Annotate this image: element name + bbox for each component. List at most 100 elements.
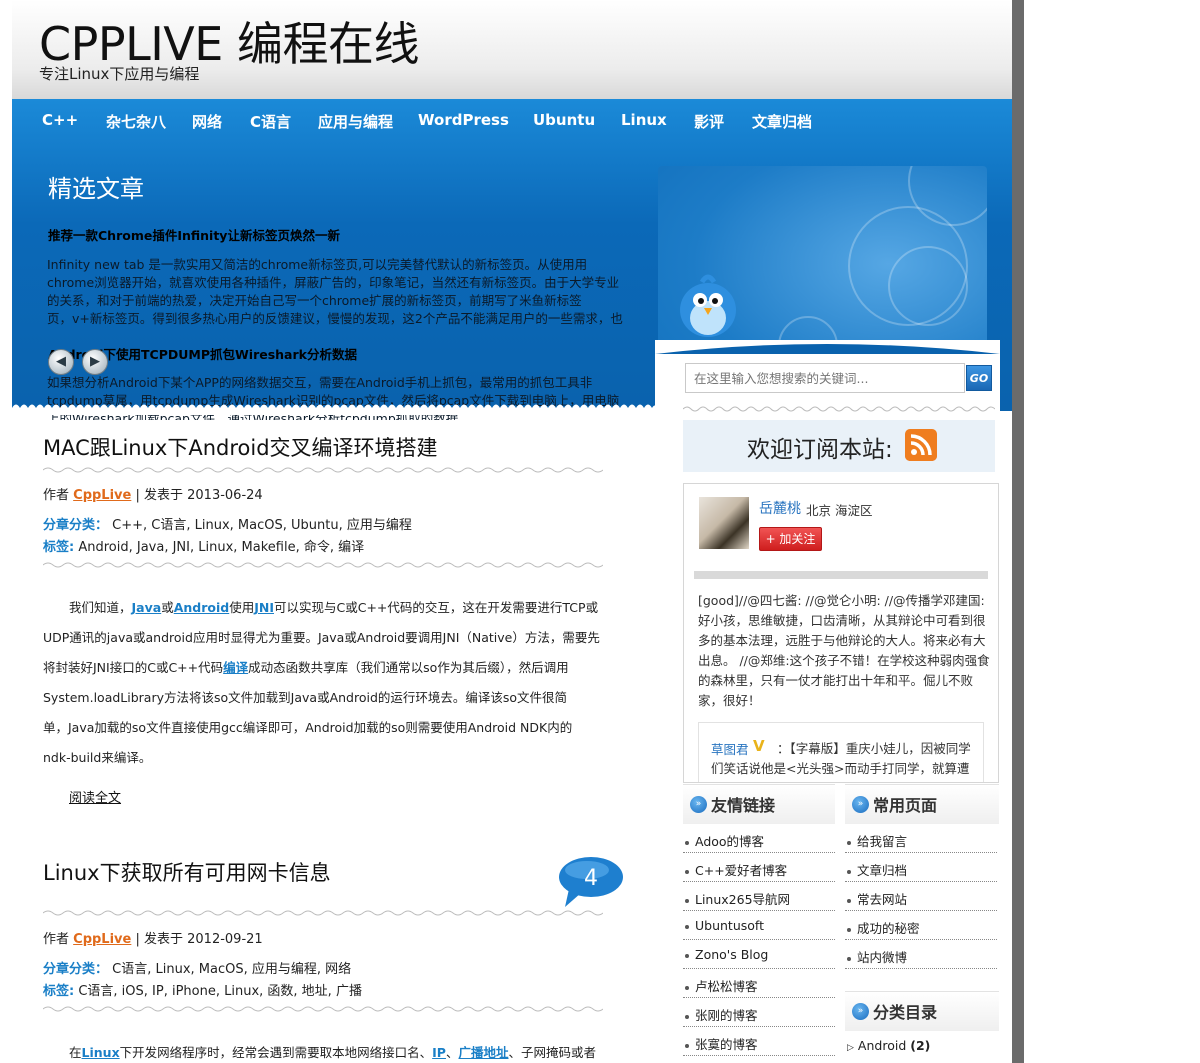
friend-link[interactable]: Linux265导航网 bbox=[685, 889, 790, 908]
keyword-link[interactable]: Linux bbox=[82, 1045, 120, 1060]
link-text: 卢松松博客 bbox=[695, 979, 758, 994]
link-text: 张刚的博客 bbox=[695, 1008, 758, 1023]
post-meta: 作者 CppLive | 发表于 2012-09-21 bbox=[43, 928, 263, 947]
link-text: 成功的秘密 bbox=[857, 921, 920, 936]
friend-link[interactable]: Zono's Blog bbox=[685, 947, 768, 962]
link-text: Zono's Blog bbox=[695, 947, 769, 962]
keyword-link[interactable]: Android bbox=[174, 600, 230, 615]
left-arrow-icon: ◀ bbox=[56, 354, 66, 369]
author-link[interactable]: CppLive bbox=[73, 488, 131, 503]
nav-item-c[interactable]: C语言 bbox=[250, 111, 291, 132]
tag-links[interactable]: C语言, iOS, IP, iPhone, Linux, 函数, 地址, 广播 bbox=[78, 984, 362, 999]
double-arrow-icon: » bbox=[852, 796, 869, 813]
keyword-link[interactable]: 广播地址 bbox=[458, 1045, 508, 1060]
post-date: 2013-06-24 bbox=[187, 488, 263, 503]
follow-button[interactable]: + 加关注 bbox=[759, 527, 822, 551]
tag-links[interactable]: Android, Java, JNI, Linux, Makefile, 命令,… bbox=[78, 540, 364, 555]
friend-link[interactable]: 张寞的博客 bbox=[685, 1034, 758, 1053]
post-list: MAC跟Linux下Android交叉编译环境搭建 作者 CppLive | 发… bbox=[12, 411, 657, 1063]
keyword-link[interactable]: IP bbox=[432, 1045, 446, 1060]
page-link[interactable]: 常去网站 bbox=[847, 889, 907, 908]
nav-item-apps[interactable]: 应用与编程 bbox=[318, 111, 393, 132]
page-link[interactable]: 站内微博 bbox=[847, 947, 907, 966]
post-title[interactable]: MAC跟Linux下Android交叉编译环境搭建 bbox=[43, 432, 438, 462]
keyword-link[interactable]: Java bbox=[132, 600, 162, 615]
keyword-link[interactable]: 编译 bbox=[223, 660, 248, 675]
category-links[interactable]: C++, C语言, Linux, MacOS, Ubuntu, 应用与编程 bbox=[112, 518, 412, 533]
category-label: 分章分类： bbox=[43, 962, 109, 977]
rss-icon[interactable] bbox=[905, 429, 937, 461]
sidebar-top-edge bbox=[655, 344, 1000, 354]
date-label: | 发表于 bbox=[135, 932, 183, 947]
tags-label: 标签: bbox=[43, 984, 75, 999]
text: 、子网掩码或者 bbox=[508, 1045, 597, 1060]
text: 可以实现与C或C++代码的交互，这在开发需要进行TCP或 bbox=[274, 600, 599, 615]
date-label: | 发表于 bbox=[135, 488, 183, 503]
friend-link[interactable]: Adoo的博客 bbox=[685, 831, 764, 850]
divider bbox=[683, 852, 835, 853]
nav-item-movie[interactable]: 影评 bbox=[694, 111, 724, 132]
text: 成动态函数共享库（我们通常以so作为其后缀），然后调用 bbox=[248, 660, 569, 675]
text: 下开发网络程序时，经常会遇到需要取本地网络接口名、 bbox=[119, 1045, 433, 1060]
post-categories: 分章分类： C++, C语言, Linux, MacOS, Ubuntu, 应用… bbox=[43, 514, 412, 533]
link-text: 常去网站 bbox=[857, 892, 908, 907]
divider bbox=[845, 852, 997, 853]
post-title[interactable]: Linux下获取所有可用网卡信息 bbox=[43, 857, 331, 887]
post-body-line: System.loadLibrary方法将该so文件加载到Java或Androi… bbox=[43, 690, 568, 705]
excerpt-line: 页，v+新标签页。得到很多热心用户的反馈建议，慢慢的发现，这2个产品不能满足用户… bbox=[47, 311, 623, 326]
nav-item-misc[interactable]: 杂七杂八 bbox=[106, 111, 166, 132]
divider bbox=[683, 881, 835, 882]
nav-item-linux[interactable]: Linux bbox=[621, 111, 667, 129]
weibo-quote-author[interactable]: 草图君 bbox=[711, 739, 749, 758]
friend-link[interactable]: 张刚的博客 bbox=[685, 1005, 758, 1024]
author-link[interactable]: CppLive bbox=[73, 932, 131, 947]
site-header: CPPLIVE 编程在线 专注Linux下应用与编程 bbox=[12, 0, 1012, 99]
nav-item-ubuntu[interactable]: Ubuntu bbox=[533, 111, 595, 129]
page-link[interactable]: 给我留言 bbox=[847, 831, 907, 850]
excerpt-line: chrome浏览器开始，就喜欢使用各种插件，屏蔽广告的，印象笔记，当然还有新标签… bbox=[47, 275, 620, 290]
category-links[interactable]: C语言, Linux, MacOS, 应用与编程, 网络 bbox=[112, 962, 351, 977]
avatar[interactable] bbox=[699, 497, 749, 549]
keyword-link[interactable]: JNI bbox=[254, 600, 274, 615]
nav-item-network[interactable]: 网络 bbox=[192, 111, 222, 132]
nav-item-cpp[interactable]: C++ bbox=[42, 111, 78, 129]
nav-item-wordpress[interactable]: WordPress bbox=[418, 111, 509, 129]
slider-prev-button[interactable]: ◀ bbox=[48, 349, 74, 375]
divider bbox=[845, 968, 997, 969]
post-body-line: 我们知道，Java或Android使用JNI可以实现与C或C++代码的交互，这在… bbox=[69, 597, 598, 616]
pages-widget-header: » 常用页面 bbox=[845, 784, 999, 824]
widget-title: 常用页面 bbox=[873, 796, 938, 815]
comment-count-bubble[interactable]: 4 bbox=[557, 855, 625, 909]
author-label: 作者 bbox=[43, 932, 70, 947]
weibo-user-name[interactable]: 岳麓桃 bbox=[759, 498, 801, 518]
subscribe-banner[interactable]: 欢迎订阅本站: bbox=[683, 420, 995, 472]
divider bbox=[683, 910, 835, 911]
text: 将封装好JNI接口的C或C++代码 bbox=[43, 660, 224, 675]
friend-link[interactable]: 卢松松博客 bbox=[685, 976, 758, 995]
category-count: (2) bbox=[910, 1038, 931, 1053]
link-text: 文章归档 bbox=[857, 863, 908, 878]
divider bbox=[683, 1026, 835, 1027]
featured-item-title[interactable]: 推荐一款Chrome插件Infinity让新标签页焕然一新 bbox=[48, 225, 340, 244]
friend-link[interactable]: C++爱好者博客 bbox=[685, 860, 787, 879]
search-input[interactable] bbox=[694, 371, 944, 386]
search-go-button[interactable]: GO bbox=[966, 365, 992, 391]
page-link[interactable]: 文章归档 bbox=[847, 860, 907, 879]
read-more-link[interactable]: 阅读全文 bbox=[69, 787, 121, 806]
search-box: GO bbox=[685, 363, 992, 393]
link-text: Adoo的博客 bbox=[695, 834, 765, 849]
weibo-scroll-bar[interactable] bbox=[694, 571, 988, 579]
divider bbox=[845, 881, 997, 882]
post-body-line: UDP通讯的java或android应用时显得尤为重要。Java或Android… bbox=[43, 630, 600, 645]
category-link[interactable]: ▷ Android (2) bbox=[847, 1038, 930, 1053]
slider-next-button[interactable]: ▶ bbox=[82, 349, 108, 375]
post-body-line: 将封装好JNI接口的C或C++代码编译成动态函数共享库（我们通常以so作为其后缀… bbox=[43, 657, 569, 676]
post-body-line: 在Linux下开发网络程序时，经常会遇到需要取本地网络接口名、IP、广播地址、子… bbox=[69, 1042, 596, 1061]
verified-badge-icon: V bbox=[753, 737, 765, 755]
post-tags: 标签: Android, Java, JNI, Linux, Makefile,… bbox=[43, 536, 364, 555]
friend-link[interactable]: Ubuntusoft bbox=[685, 918, 764, 933]
text: 我们知道， bbox=[69, 600, 132, 615]
nav-item-archive[interactable]: 文章归档 bbox=[752, 111, 812, 132]
excerpt-line: 如果想分析Android下某个APP的网络数据交互，需要在Android手机上抓… bbox=[47, 375, 593, 390]
page-link[interactable]: 成功的秘密 bbox=[847, 918, 920, 937]
